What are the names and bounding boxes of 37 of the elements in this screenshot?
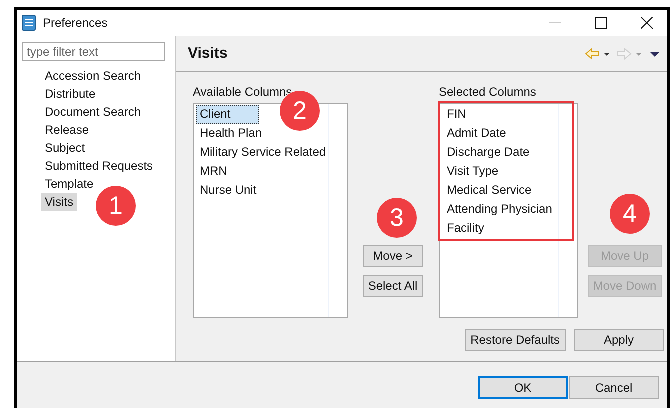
sidebar-item[interactable]: Submitted Requests (41, 157, 158, 175)
back-arrow-icon[interactable] (585, 48, 611, 60)
list-label: Selected Columns (439, 84, 538, 101)
button[interactable]: OK (478, 376, 568, 399)
sidebar-item[interactable]: Distribute (41, 85, 100, 103)
button[interactable]: Apply (574, 329, 664, 351)
list-item[interactable]: Nurse Unit (196, 181, 261, 200)
list-item[interactable]: Visit Type (440, 162, 572, 181)
button[interactable]: Cancel (569, 376, 659, 399)
list-item[interactable]: Facility (440, 219, 572, 238)
button[interactable]: Restore Defaults (464, 329, 566, 351)
list-item[interactable]: MRN (196, 162, 232, 181)
list-item[interactable]: Military Service Related (196, 143, 330, 162)
maximize-icon[interactable] (595, 17, 607, 29)
filter-field[interactable]: type filter text (22, 42, 165, 61)
list-item[interactable]: FIN (440, 105, 572, 124)
list-item[interactable]: Medical Service (440, 181, 572, 200)
app-icon (22, 15, 36, 31)
close-icon[interactable] (641, 17, 653, 29)
list-label: Available Columns (193, 84, 294, 101)
callout-badge: 4 (610, 194, 650, 234)
sidebar-item[interactable]: Release (41, 121, 94, 139)
callout-badge: 3 (377, 198, 417, 238)
button[interactable]: Move > (363, 245, 423, 267)
list-item[interactable]: Discharge Date (440, 143, 572, 162)
sidebar-item[interactable]: Template (41, 175, 98, 193)
page-title: Visits (188, 45, 228, 62)
list-item[interactable]: Health Plan (196, 124, 266, 143)
list-item[interactable]: Admit Date (440, 124, 572, 143)
list-item[interactable]: Attending Physician (440, 200, 572, 219)
button[interactable]: Select All (363, 275, 423, 297)
list-item[interactable]: Client (196, 105, 259, 124)
window-title: Preferences (43, 16, 108, 30)
sidebar-item[interactable]: Document Search (41, 103, 146, 121)
sidebar-item[interactable]: Visits (41, 193, 78, 211)
sidebar-item[interactable]: Subject (41, 139, 90, 157)
sidebar-item[interactable]: Accession Search (41, 67, 146, 85)
